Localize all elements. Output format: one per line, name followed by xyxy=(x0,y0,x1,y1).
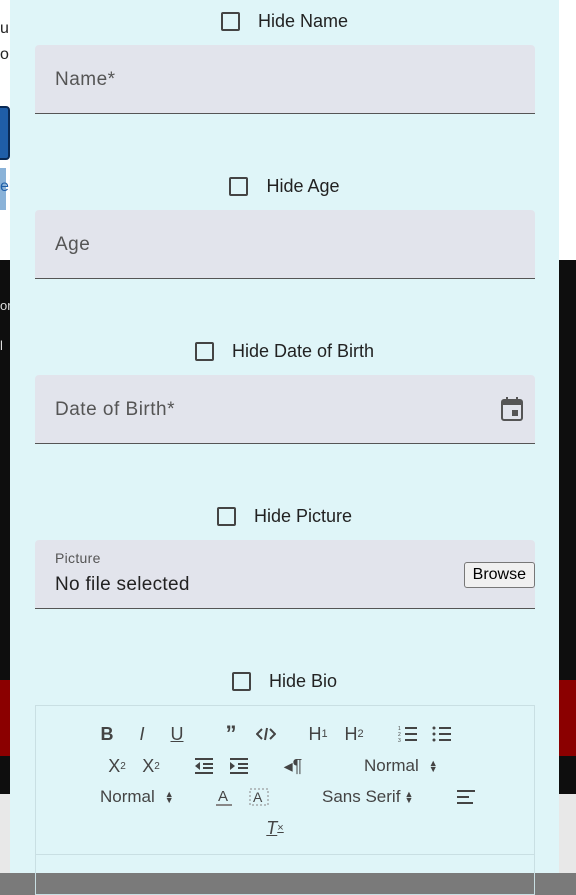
background-button xyxy=(0,106,10,160)
bold-icon[interactable]: B xyxy=(98,722,116,746)
age-field[interactable]: Age xyxy=(35,210,535,279)
name-field[interactable]: Name* xyxy=(35,45,535,114)
hide-bio-label: Hide Bio xyxy=(268,670,338,691)
hide-bio-row[interactable]: Hide Bio xyxy=(10,669,559,693)
hide-picture-checkbox[interactable] xyxy=(216,506,236,526)
hide-name-label: Hide Name xyxy=(257,10,349,31)
ordered-list-icon[interactable]: 123 xyxy=(398,722,418,746)
dob-field-label: Date of Birth* xyxy=(55,399,175,420)
chevron-updown-icon: ▲ ▼ xyxy=(164,789,174,805)
subscript-icon[interactable]: X2 xyxy=(106,754,128,778)
align-icon[interactable] xyxy=(456,785,476,809)
chevron-updown-icon: ▲ ▼ xyxy=(404,789,414,805)
name-field-label: Name* xyxy=(55,69,116,90)
bio-editor[interactable]: B I U ” H1 H2 123 X2 X2 ◂¶ Normal ▲▼ No xyxy=(35,705,535,895)
italic-icon[interactable]: I xyxy=(134,722,150,746)
hide-age-checkbox[interactable] xyxy=(229,176,249,196)
code-icon[interactable] xyxy=(256,722,276,746)
hide-age-label: Hide Age xyxy=(266,175,340,196)
browse-button[interactable]: Browse xyxy=(463,562,535,588)
indent-icon[interactable] xyxy=(229,754,249,778)
header-select-value: Normal xyxy=(364,756,419,775)
svg-text:A: A xyxy=(253,789,263,805)
rtl-icon[interactable]: ◂¶ xyxy=(282,754,304,778)
background-text-fragment: o xyxy=(0,46,9,63)
hide-age-row[interactable]: Hide Age xyxy=(10,174,559,198)
picture-field[interactable]: Picture No file selected Browse xyxy=(35,540,535,609)
calendar-icon[interactable] xyxy=(501,397,523,421)
hide-dob-row[interactable]: Hide Date of Birth xyxy=(10,339,559,363)
outdent-icon[interactable] xyxy=(194,754,214,778)
age-field-label: Age xyxy=(55,234,91,255)
hide-bio-checkbox[interactable] xyxy=(231,671,251,691)
svg-text:3: 3 xyxy=(398,738,401,743)
form-modal: Hide Name Name* Hide Age Age Hide Date o… xyxy=(10,0,559,895)
font-select-value: Sans Serif xyxy=(322,787,401,806)
svg-text:A: A xyxy=(218,788,228,805)
hide-dob-checkbox[interactable] xyxy=(194,341,214,361)
underline-icon[interactable]: U xyxy=(168,722,186,746)
h2-icon[interactable]: H2 xyxy=(342,722,366,746)
hide-name-checkbox[interactable] xyxy=(220,11,240,31)
header-select[interactable]: Normal ▲ ▼ xyxy=(364,754,464,778)
picture-file-value: No file selected xyxy=(55,574,190,595)
hide-picture-label: Hide Picture xyxy=(253,505,353,526)
background-color-icon[interactable]: A xyxy=(248,785,270,809)
dob-field[interactable]: Date of Birth* xyxy=(35,375,535,444)
blockquote-icon[interactable]: ” xyxy=(222,721,240,746)
bullet-list-icon[interactable] xyxy=(432,722,452,746)
hide-dob-label: Hide Date of Birth xyxy=(231,340,375,361)
picture-field-label: Picture xyxy=(55,550,101,566)
clear-format-icon[interactable]: T × xyxy=(264,816,286,840)
superscript-icon[interactable]: X2 xyxy=(140,754,162,778)
chevron-updown-icon: ▲ ▼ xyxy=(428,758,438,774)
hide-picture-row[interactable]: Hide Picture xyxy=(10,504,559,528)
text-color-icon[interactable]: A xyxy=(214,785,234,809)
background-text-fragment: l xyxy=(0,338,3,353)
size-select-value: Normal xyxy=(100,787,155,806)
hide-name-row[interactable]: Hide Name xyxy=(10,9,559,33)
h1-icon[interactable]: H1 xyxy=(306,722,330,746)
size-select[interactable]: Normal ▲ ▼ xyxy=(100,785,200,809)
editor-toolbar-divider xyxy=(36,854,534,855)
font-select[interactable]: Sans Serif ▲ ▼ xyxy=(322,785,432,809)
background-text-fragment: u xyxy=(0,20,9,37)
